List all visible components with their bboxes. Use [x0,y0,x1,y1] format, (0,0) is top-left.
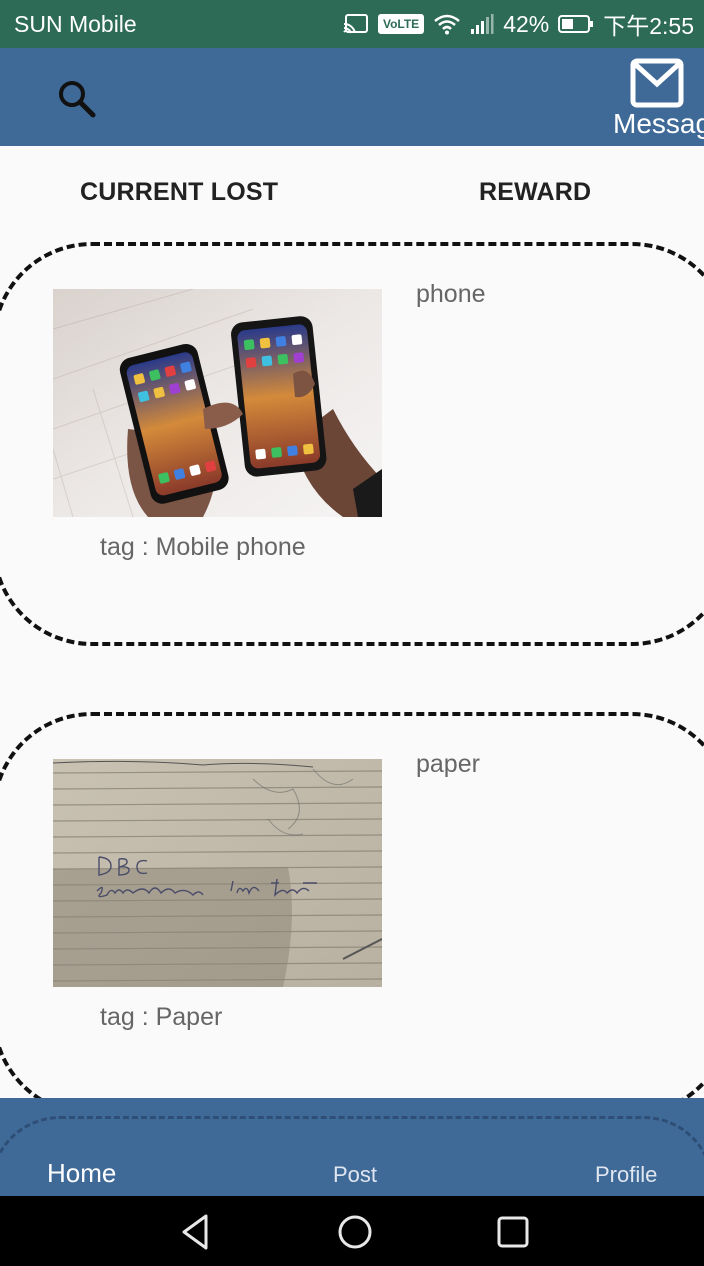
carrier-name: SUN Mobile [14,10,137,37]
search-button[interactable] [54,76,98,120]
signal-icon [470,13,494,35]
cast-icon [343,14,369,34]
item-tag: tag : Paper [100,1003,223,1031]
search-icon [59,81,96,118]
back-triangle-icon [182,1214,208,1250]
home-system-button[interactable] [335,1212,375,1252]
item-name: phone [416,280,486,308]
system-navigation-bar [0,1196,704,1266]
envelope-icon [630,58,684,108]
nav-home[interactable]: Home [47,1158,116,1189]
home-circle-icon [338,1215,372,1249]
tab-reward[interactable]: REWARD [479,178,591,207]
app-screen: SUN Mobile VoLTE 42% 下午2:55 Messag CURRE… [0,0,704,1266]
recents-square-icon [497,1216,529,1248]
bottom-navigation: Home Post Profile [0,1098,704,1196]
status-icons: VoLTE 42% 下午2:55 [343,7,694,41]
recents-button[interactable] [493,1212,533,1252]
clock: 下午2:55 [603,13,694,39]
wifi-icon [433,13,461,35]
volte-badge: VoLTE [377,14,425,34]
status-bar: SUN Mobile VoLTE 42% 下午2:55 [0,0,704,48]
back-button[interactable] [176,1212,216,1252]
nav-profile[interactable]: Profile [595,1162,657,1188]
app-bar: Message [0,48,704,146]
phones-photo [53,289,382,517]
battery-percent: 42% [503,10,550,37]
message-button[interactable]: Message [606,58,704,146]
item-name: paper [416,750,480,778]
paper-note-photo [53,759,382,987]
tab-current-lost[interactable]: CURRENT LOST [80,178,278,207]
item-tag: tag : Mobile phone [100,533,306,561]
nav-post[interactable]: Post [333,1162,377,1188]
battery-icon [558,14,594,34]
message-label: Message [613,108,704,139]
